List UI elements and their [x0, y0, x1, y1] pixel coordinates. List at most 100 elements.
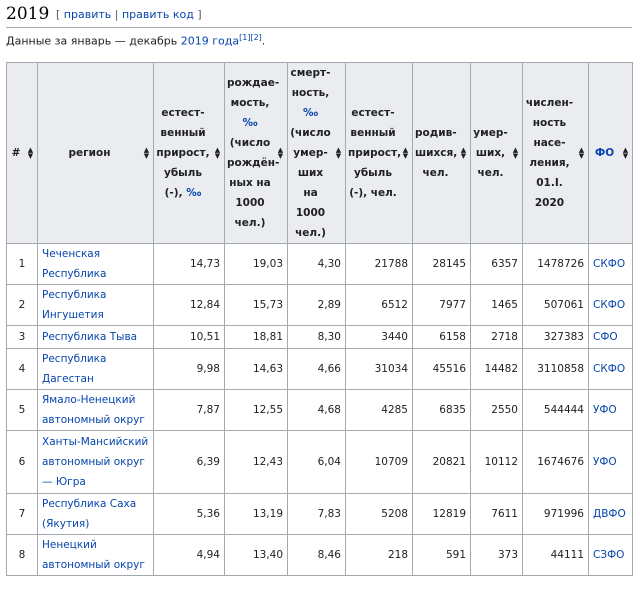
district-link[interactable]: ДВФО [593, 508, 626, 520]
edit-code-link[interactable]: править код [122, 8, 194, 21]
cell-natural: 12,84 [153, 284, 225, 326]
unit-link[interactable]: ‰ [242, 117, 257, 129]
region-link[interactable]: Республика Саха (Якутия) [42, 498, 136, 530]
column-header-label: смерт-ность, [290, 67, 331, 99]
cell-population: 327383 [522, 325, 589, 349]
cell-born: 45516 [412, 348, 471, 390]
intro-text: Данные за январь — декабрь 2019 года[1][… [6, 33, 266, 48]
district-link[interactable]: СФО [593, 331, 618, 343]
district-link[interactable]: СКФО [593, 299, 625, 311]
year-link[interactable]: 2019 года [181, 35, 239, 48]
district-link[interactable]: СЗФО [593, 549, 624, 561]
cell-death: 6,04 [287, 430, 346, 494]
cell-region: Ненецкий автономный округ [37, 534, 154, 576]
sort-icon[interactable]: ▲ ▼ [512, 147, 519, 160]
column-header-death[interactable]: смерт-ность, ‰ (число умер-ших на 1000 ч… [287, 62, 346, 244]
sort-icon[interactable]: ▲ ▼ [27, 147, 34, 160]
region-link[interactable]: Республика Тыва [42, 331, 137, 343]
cell-death: 2,89 [287, 284, 346, 326]
cell-birth: 15,73 [224, 284, 288, 326]
unit-link[interactable]: ‰ [186, 187, 201, 199]
cell-born: 6158 [412, 325, 471, 349]
edit-links: [ править | править код ] [56, 8, 202, 21]
column-header-label: рождае-мость, [227, 77, 280, 109]
cell-natural_abs: 218 [345, 534, 413, 576]
region-link[interactable]: Чеченская Республика [42, 248, 106, 280]
column-header-natural_abs[interactable]: естест-венный прирост, убыль (-), чел. ▲ ▼ [345, 62, 413, 244]
column-header-natural[interactable]: естест-венный прирост, убыль (-), ‰ ▲ ▼ [153, 62, 225, 244]
cell-natural_abs: 21788 [345, 243, 413, 285]
cell-birth: 18,81 [224, 325, 288, 349]
sort-icon[interactable]: ▲ ▼ [460, 147, 467, 160]
cell-natural_abs: 5208 [345, 493, 413, 535]
cell-birth: 12,55 [224, 389, 288, 431]
cell-num: 4 [6, 348, 38, 390]
region-link[interactable]: Республика Ингушетия [42, 289, 106, 321]
cell-died: 14482 [470, 348, 523, 390]
column-header-note: (число рождён-ных на 1000 чел.) [227, 137, 280, 229]
cell-fo: СКФО [588, 348, 633, 390]
cell-death: 4,66 [287, 348, 346, 390]
cell-num: 1 [6, 243, 38, 285]
cell-natural: 5,36 [153, 493, 225, 535]
table-row: 4 Республика Дагестан 9,98 14,63 4,66 31034 45… [6, 348, 633, 390]
district-link[interactable]: СКФО [593, 258, 625, 270]
cell-num: 8 [6, 534, 38, 576]
sort-icon[interactable]: ▲ ▼ [277, 147, 284, 160]
column-header-region[interactable]: регион ▲ ▼ [37, 62, 154, 244]
table-row: 6 Ханты-Мансийский автономный округ — Югр… [6, 430, 633, 494]
cell-num: 6 [6, 430, 38, 494]
cell-fo: ДВФО [588, 493, 633, 535]
table-row: 7 Республика Саха (Якутия) 5,36 13,19 7,83 52… [6, 493, 633, 535]
ref-2-link[interactable]: [2] [250, 33, 261, 42]
cell-num: 5 [6, 389, 38, 431]
sort-icon[interactable]: ▲ ▼ [335, 147, 342, 160]
ref-1-link[interactable]: [1] [239, 33, 250, 42]
sort-icon[interactable]: ▲ ▼ [622, 147, 629, 160]
cell-died: 2550 [470, 389, 523, 431]
table-row: 3 Республика Тыва 10,51 18,81 8,30 3440 6158 27… [6, 325, 633, 349]
cell-region: Ханты-Мансийский автономный округ — Югра [37, 430, 154, 494]
region-link[interactable]: Ямало-Ненецкий автономный округ [42, 394, 145, 426]
cell-death: 4,68 [287, 389, 346, 431]
column-header-birth[interactable]: рождае-мость, ‰ (число рождён-ных на 100… [224, 62, 288, 244]
cell-born: 20821 [412, 430, 471, 494]
cell-population: 1674676 [522, 430, 589, 494]
cell-region: Ямало-Ненецкий автономный округ [37, 389, 154, 431]
section-heading: 2019 [ править | править код ] [6, 2, 632, 28]
column-header-born[interactable]: родив-шихся, чел. ▲ ▼ [412, 62, 471, 244]
cell-born: 12819 [412, 493, 471, 535]
section-title: 2019 [6, 4, 50, 24]
sort-icon[interactable]: ▲ ▼ [143, 147, 150, 160]
cell-region: Республика Саха (Якутия) [37, 493, 154, 535]
region-link[interactable]: Ханты-Мансийский автономный округ — Югра [42, 436, 148, 488]
cell-population: 44111 [522, 534, 589, 576]
cell-natural_abs: 31034 [345, 348, 413, 390]
column-header-population[interactable]: числен-ность насе-ления, 01.I. 2020 ▲ ▼ [522, 62, 589, 244]
cell-num: 7 [6, 493, 38, 535]
district-link[interactable]: УФО [593, 404, 617, 416]
column-header-died[interactable]: умер-ших, чел. ▲ ▼ [470, 62, 523, 244]
sort-icon[interactable]: ▲ ▼ [214, 147, 221, 160]
cell-birth: 19,03 [224, 243, 288, 285]
region-link[interactable]: Республика Дагестан [42, 353, 106, 385]
cell-natural_abs: 6512 [345, 284, 413, 326]
cell-died: 373 [470, 534, 523, 576]
column-header-num[interactable]: # ▲ ▼ [6, 62, 38, 244]
sort-icon[interactable]: ▲ ▼ [402, 147, 409, 160]
unit-link[interactable]: ‰ [303, 107, 318, 119]
cell-died: 2718 [470, 325, 523, 349]
edit-link[interactable]: править [64, 8, 111, 21]
district-link[interactable]: УФО [593, 456, 617, 468]
cell-birth: 12,43 [224, 430, 288, 494]
region-link[interactable]: Ненецкий автономный округ [42, 539, 145, 571]
cell-natural: 6,39 [153, 430, 225, 494]
cell-fo: УФО [588, 430, 633, 494]
sort-icon[interactable]: ▲ ▼ [578, 147, 585, 160]
column-header-fo[interactable]: ФО ▲ ▼ [588, 62, 633, 244]
column-header-label: числен-ность насе-ления, 01.I. 2020 [525, 97, 574, 209]
cell-born: 28145 [412, 243, 471, 285]
cell-natural_abs: 3440 [345, 325, 413, 349]
column-header-label: естест-венный прирост, убыль (-), чел. [348, 107, 402, 199]
district-link[interactable]: СКФО [593, 363, 625, 375]
